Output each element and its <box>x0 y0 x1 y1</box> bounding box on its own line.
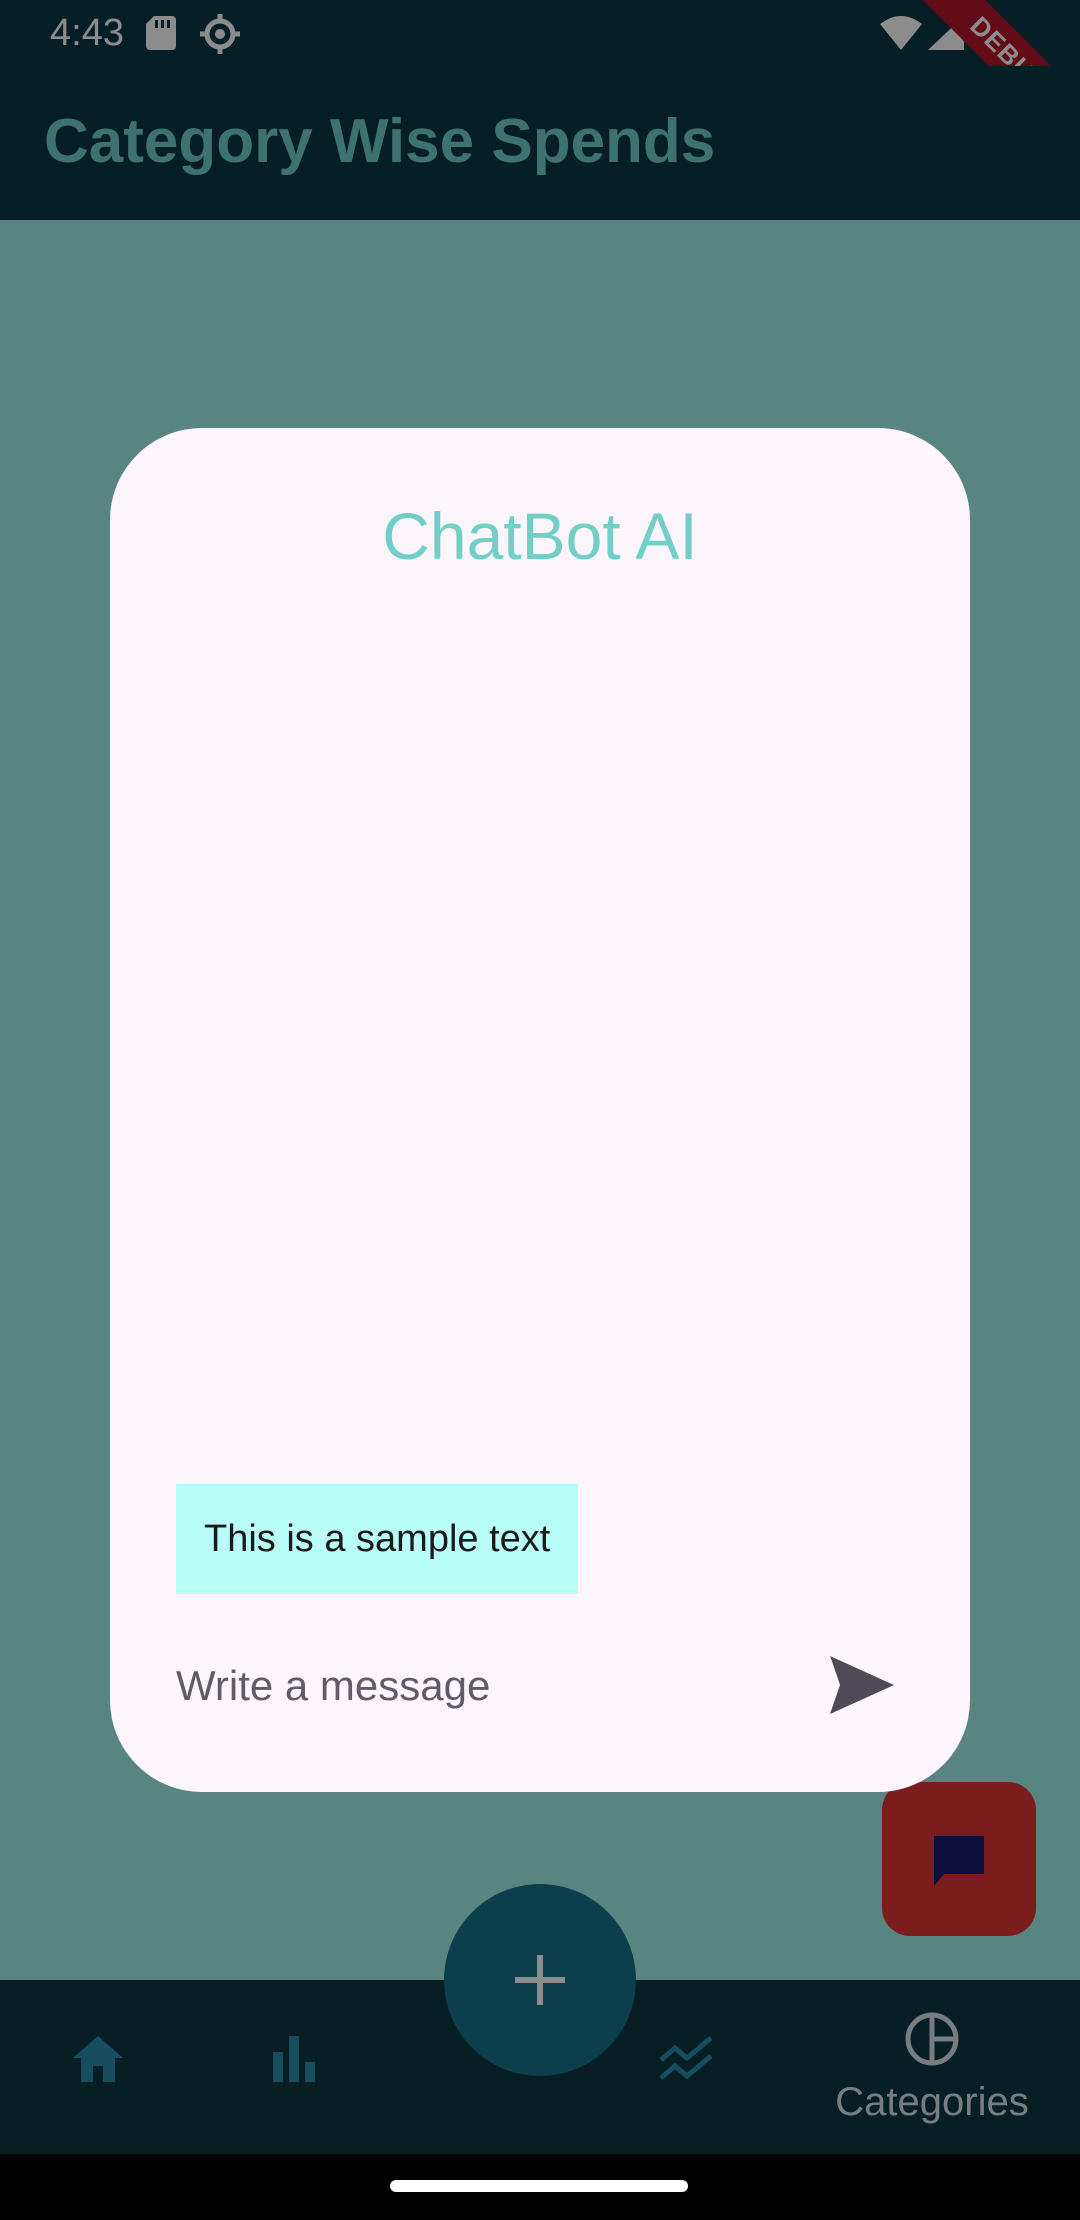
home-gesture-pill[interactable] <box>390 2180 688 2192</box>
system-navigation-bar <box>0 2154 1080 2220</box>
message-input-row <box>176 1636 916 1736</box>
message-input[interactable] <box>176 1636 776 1736</box>
chat-message-bubble: This is a sample text <box>176 1484 579 1594</box>
send-icon <box>830 1656 894 1714</box>
dialog-title: ChatBot AI <box>382 499 698 573</box>
chatbot-dialog: ChatBot AI This is a sample text <box>110 428 970 1792</box>
send-button[interactable] <box>826 1652 898 1718</box>
